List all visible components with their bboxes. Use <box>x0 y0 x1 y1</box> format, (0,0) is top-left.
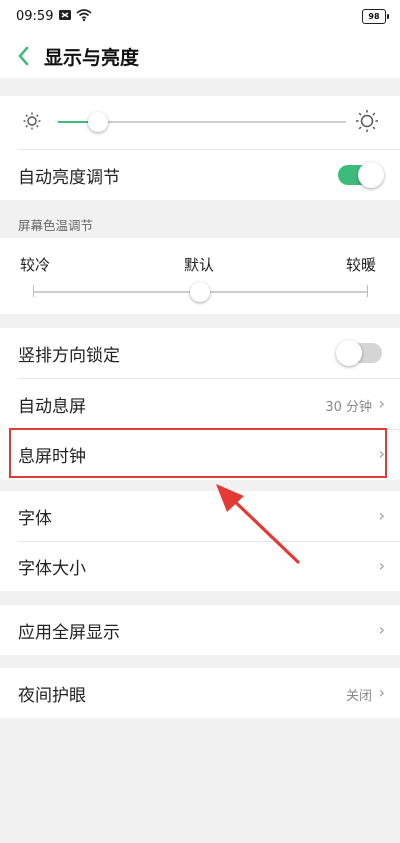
default-label: 默认 <box>184 256 215 274</box>
night-mode-row[interactable]: 夜间护眼 关闭 › <box>0 668 400 718</box>
annotation-highlight-box <box>9 428 387 478</box>
auto-sleep-row[interactable]: 自动息屏 30 分钟 › <box>0 379 400 429</box>
slider-tick-right <box>367 285 368 297</box>
chevron-right-icon: › <box>378 683 385 702</box>
status-time: 09:59 <box>16 9 54 24</box>
toggle-knob <box>336 340 362 366</box>
orientation-lock-label: 竖排方向锁定 <box>18 346 120 366</box>
app-header: 显示与亮度 <box>0 34 400 78</box>
chevron-right-icon: › <box>378 620 385 639</box>
chevron-right-icon: › <box>378 556 385 575</box>
wifi-icon <box>76 8 92 26</box>
chevron-right-icon: › <box>378 506 385 525</box>
settings-group-3: 应用全屏显示 › <box>0 605 400 655</box>
sim-off-icon <box>58 8 74 26</box>
auto-sleep-value: 30 分钟 <box>325 400 372 415</box>
font-label: 字体 <box>18 509 52 529</box>
font-size-label: 字体大小 <box>18 559 86 579</box>
auto-brightness-toggle[interactable] <box>338 162 384 188</box>
color-temp-slider-thumb[interactable] <box>190 282 210 302</box>
chevron-right-icon: › <box>378 394 385 413</box>
color-temp-card: 较冷 默认 较暖 <box>0 238 400 314</box>
toggle-knob <box>358 162 384 188</box>
orientation-lock-row[interactable]: 竖排方向锁定 <box>0 328 400 378</box>
settings-group-4: 夜间护眼 关闭 › <box>0 668 400 718</box>
back-arrow-icon[interactable] <box>12 42 36 70</box>
brightness-card: 自动亮度调节 <box>0 96 400 200</box>
brightness-slider-thumb[interactable] <box>88 112 108 132</box>
page-title: 显示与亮度 <box>44 47 140 69</box>
sun-small-icon <box>22 111 42 135</box>
night-mode-value: 关闭 <box>345 689 372 704</box>
slider-tick-left <box>33 285 34 297</box>
fullscreen-apps-row[interactable]: 应用全屏显示 › <box>0 605 400 655</box>
warm-label: 较暖 <box>346 256 377 274</box>
battery-icon: 98 <box>362 9 389 24</box>
status-bar: 09:59 98 <box>0 0 400 34</box>
auto-brightness-row[interactable]: 自动亮度调节 <box>0 150 400 200</box>
cool-label: 较冷 <box>20 256 51 274</box>
section-title-color-temp: 屏幕色温调节 <box>18 218 94 233</box>
auto-sleep-label: 自动息屏 <box>18 397 86 417</box>
auto-brightness-label: 自动亮度调节 <box>18 168 120 188</box>
night-mode-label: 夜间护眼 <box>18 686 86 706</box>
annotation-arrow-icon <box>216 484 300 564</box>
fullscreen-apps-label: 应用全屏显示 <box>18 623 120 643</box>
orientation-lock-toggle[interactable] <box>336 340 382 366</box>
sun-large-icon <box>355 109 379 137</box>
